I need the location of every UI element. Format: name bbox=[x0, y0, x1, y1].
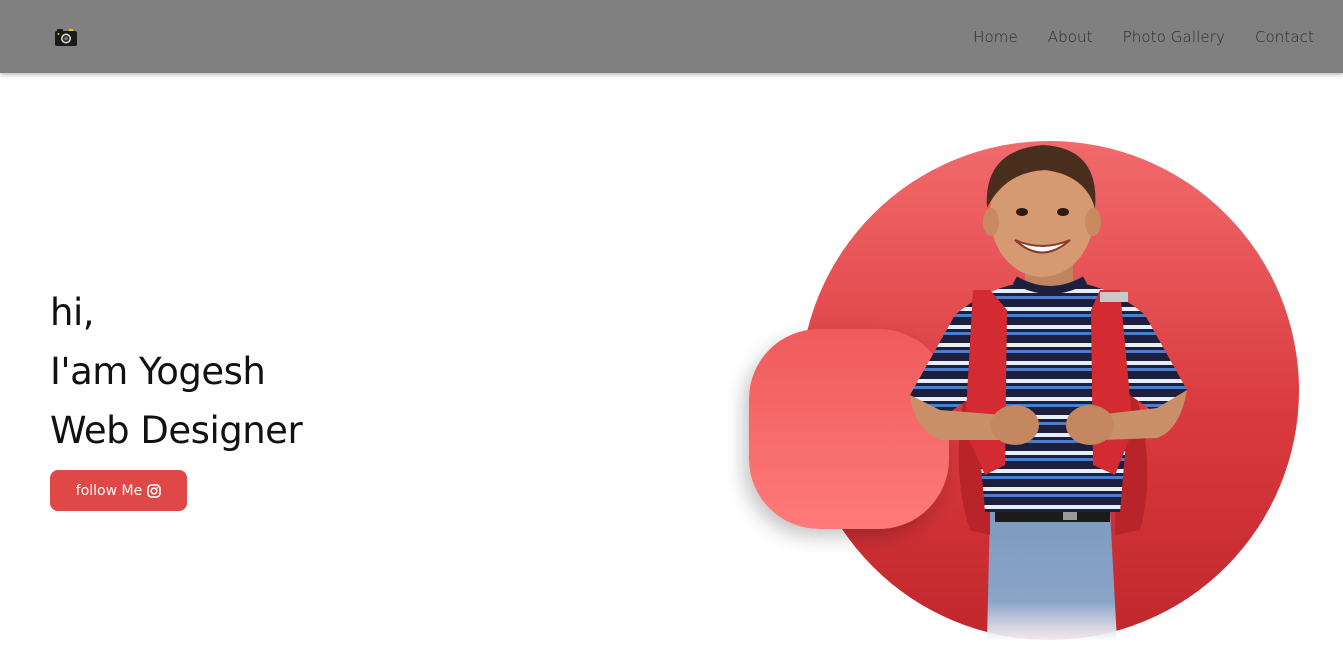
camera-icon[interactable] bbox=[54, 27, 78, 47]
nav-link-photo-gallery[interactable]: Photo Gallery bbox=[1123, 28, 1225, 46]
hero-role: Web Designer bbox=[50, 409, 303, 452]
nav-links: Home About Photo Gallery Contact bbox=[973, 0, 1314, 73]
navbar: Home About Photo Gallery Contact bbox=[0, 0, 1343, 73]
instagram-icon bbox=[147, 483, 162, 498]
nav-link-contact[interactable]: Contact bbox=[1255, 28, 1314, 46]
hero-name: I'am Yogesh bbox=[50, 350, 266, 393]
follow-me-label: follow Me bbox=[75, 482, 143, 499]
nav-link-home[interactable]: Home bbox=[973, 28, 1018, 46]
nav-link-about[interactable]: About bbox=[1048, 28, 1093, 46]
hero-heading: hi, I'am Yogesh Web Designer bbox=[50, 283, 303, 460]
hero-person-image bbox=[895, 140, 1205, 641]
follow-me-button[interactable]: follow Me bbox=[50, 470, 187, 511]
hero-greeting: hi, bbox=[50, 291, 95, 334]
